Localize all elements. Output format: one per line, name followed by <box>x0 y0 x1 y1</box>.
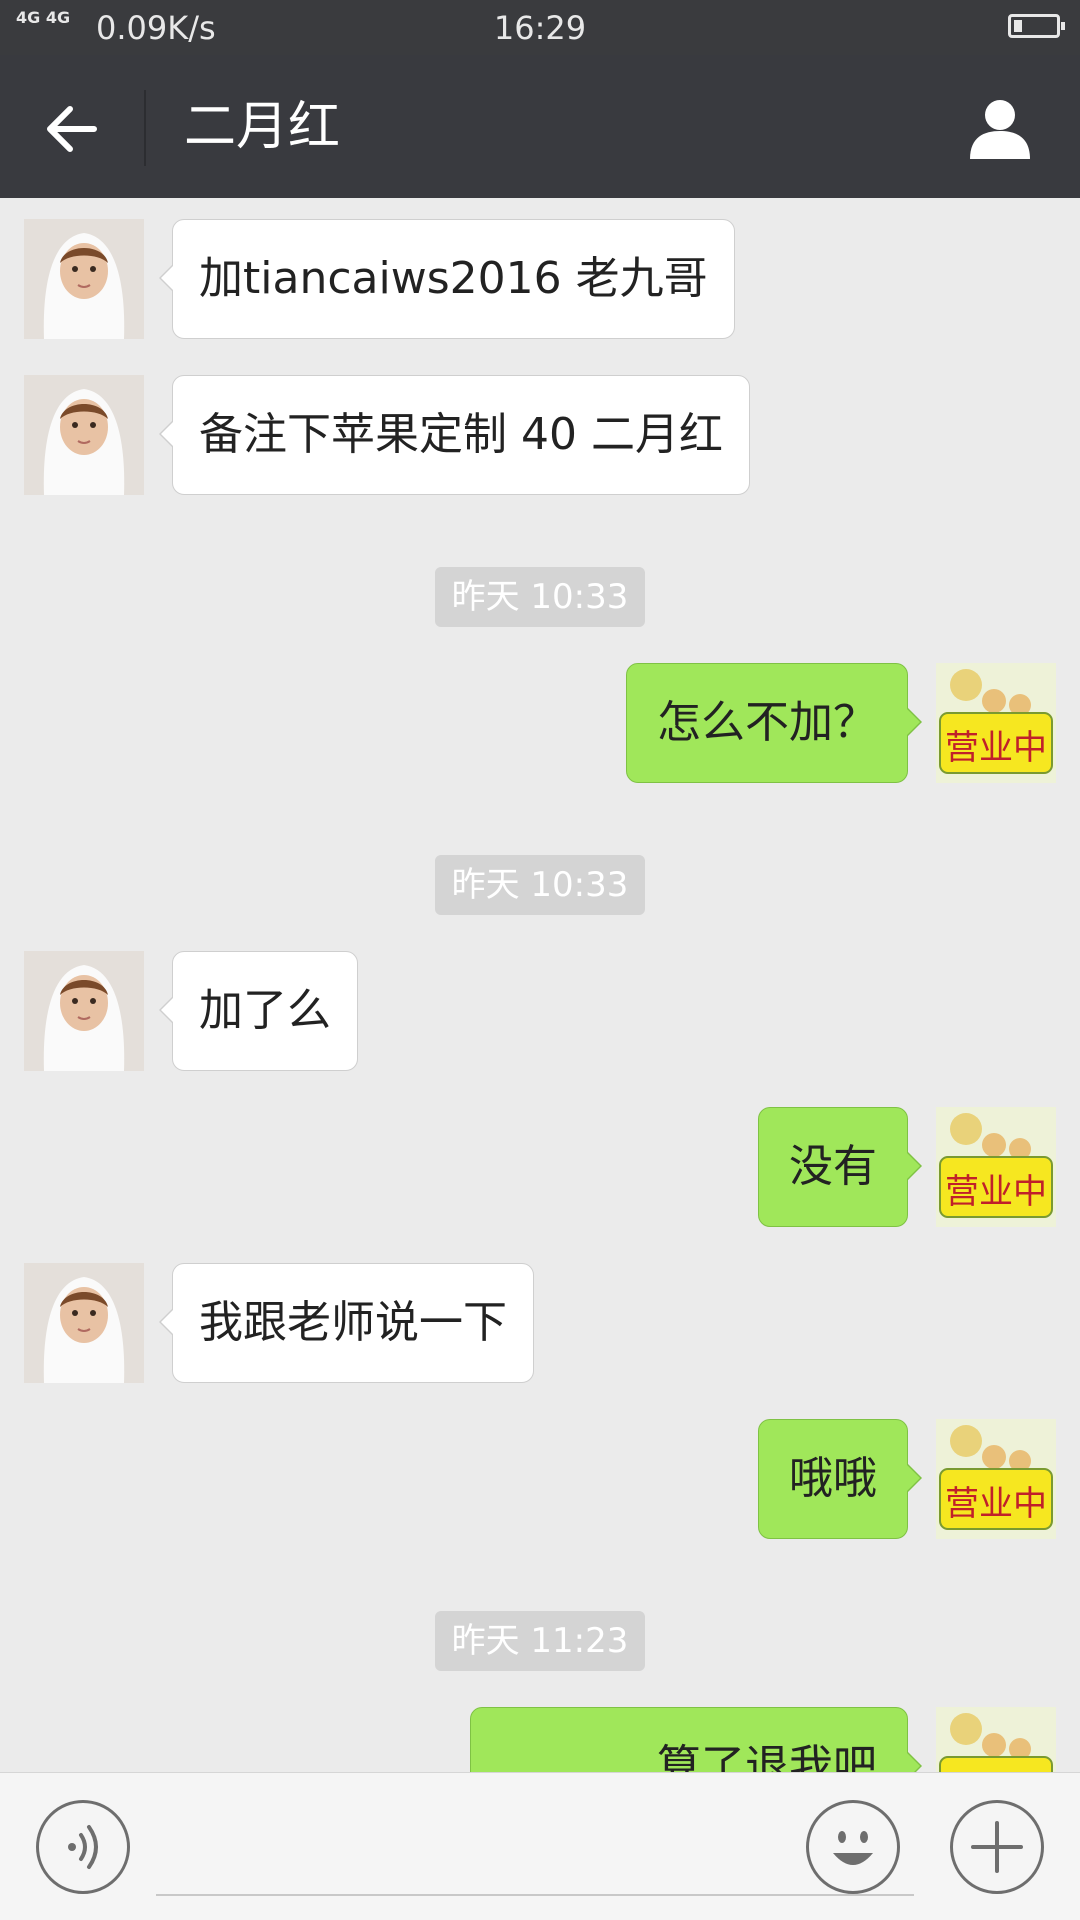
voice-icon <box>68 1825 98 1869</box>
outgoing-message-bubble[interactable]: 没有 <box>758 1107 922 1227</box>
outgoing-message-bubble[interactable]: 算了退我吧 <box>470 1707 922 1772</box>
more-button[interactable] <box>950 1800 1044 1894</box>
smiley-icon <box>833 1831 873 1865</box>
message-timestamp: 昨天 10:33 <box>435 567 645 627</box>
svg-text:营业中: 营业中 <box>945 1172 1047 1212</box>
contact-avatar[interactable] <box>24 375 144 495</box>
emoji-button[interactable] <box>806 1800 900 1894</box>
battery-icon <box>1008 14 1065 38</box>
incoming-message-bubble[interactable]: 备注下苹果定制 40 二月红 <box>159 375 750 495</box>
open-sign-icon: 营业中 <box>936 1107 1056 1227</box>
incoming-message-bubble[interactable]: 加了么 <box>159 951 358 1071</box>
contact-avatar[interactable] <box>24 951 144 1071</box>
message-input[interactable] <box>156 1803 790 1895</box>
message-timestamp: 昨天 10:33 <box>435 855 645 915</box>
open-sign-icon: 营业中 <box>936 663 1056 783</box>
message-timestamp: 昨天 11:23 <box>435 1611 645 1671</box>
chat-title: 二月红 <box>184 97 341 157</box>
svg-text:营业中: 营业中 <box>945 728 1047 768</box>
outgoing-message-bubble[interactable]: 怎么不加？ <box>626 663 922 783</box>
message-list[interactable]: 加tiancaiws2016 老九哥 备注下苹果定制 40 二月红 昨天 10:… <box>0 198 1080 1772</box>
child-photo-icon <box>24 951 144 1071</box>
child-photo-icon <box>24 1263 144 1383</box>
contact-avatar[interactable] <box>24 1263 144 1383</box>
arrow-left-icon <box>47 106 97 152</box>
child-photo-icon <box>24 219 144 339</box>
self-avatar[interactable]: 营业中 <box>936 1707 1056 1772</box>
svg-text:营业中: 营业中 <box>945 1484 1047 1524</box>
battery-level <box>1014 20 1022 32</box>
person-icon <box>970 100 1030 159</box>
status-time: 16:29 <box>493 9 587 47</box>
plus-icon <box>971 1821 1023 1873</box>
input-underline <box>156 1894 914 1896</box>
profile-button[interactable] <box>966 93 1034 161</box>
incoming-message-bubble[interactable]: 加tiancaiws2016 老九哥 <box>159 219 735 339</box>
incoming-message-bubble[interactable]: 我跟老师说一下 <box>159 1263 534 1383</box>
back-button[interactable] <box>42 99 102 159</box>
voice-button[interactable] <box>36 1800 130 1894</box>
child-photo-icon <box>24 375 144 495</box>
self-avatar[interactable]: 营业中 <box>936 663 1056 783</box>
input-bar <box>0 1772 1080 1920</box>
status-bar: 4G 4G 0.09K/s 16:29 <box>0 0 1080 55</box>
contact-avatar[interactable] <box>24 219 144 339</box>
open-sign-icon: 营业中 <box>936 1707 1056 1772</box>
chat-header: 二月红 <box>0 55 1080 198</box>
open-sign-icon: 营业中 <box>936 1419 1056 1539</box>
header-divider <box>144 90 146 166</box>
self-avatar[interactable]: 营业中 <box>936 1107 1056 1227</box>
outgoing-message-bubble[interactable]: 哦哦 <box>758 1419 922 1539</box>
self-avatar[interactable]: 营业中 <box>936 1419 1056 1539</box>
